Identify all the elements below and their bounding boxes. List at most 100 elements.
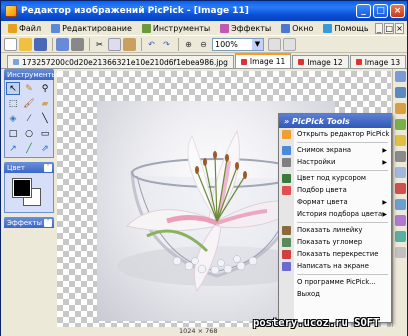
cut-icon[interactable]: ✂ <box>93 38 106 51</box>
rotate-icon[interactable] <box>394 103 406 114</box>
menu-color-picker[interactable]: Подбор цвета <box>279 184 391 196</box>
menu-exit[interactable]: Выход <box>279 288 391 300</box>
chevron-down-icon: ▼ <box>252 38 263 50</box>
doc-close-button[interactable]: × <box>395 22 404 34</box>
tab-label: Image 11 <box>249 57 286 66</box>
paste-icon[interactable] <box>123 37 136 51</box>
document-tabs: 173257200c0d20e21366321e10e210d6f1ebea98… <box>1 53 407 69</box>
save-icon[interactable] <box>34 37 47 51</box>
minimize-button[interactable]: _ <box>356 4 371 18</box>
settings-icon <box>282 158 291 167</box>
color-balance-icon[interactable] <box>394 199 406 210</box>
menu-color-history[interactable]: История подбора цвета ▶ <box>279 208 391 220</box>
marquee-tool-icon[interactable]: ⬚ <box>6 97 20 110</box>
capture-screen-icon[interactable] <box>56 37 69 51</box>
effects-panel-header[interactable]: Эффекты ˅ <box>4 217 54 228</box>
magnifier-tool-icon[interactable]: ⚲ <box>38 82 52 95</box>
collapse-icon[interactable]: ˄ <box>44 163 52 172</box>
submenu-arrow-icon: ▶ <box>382 146 387 154</box>
zoom-in-icon[interactable]: ⊕ <box>182 38 195 51</box>
tab-image-13[interactable]: Image 13 <box>349 55 407 68</box>
line-tool-icon[interactable]: ╲ <box>38 112 52 125</box>
menu-help[interactable]: Помощь <box>318 21 373 35</box>
color-panel-header[interactable]: Цвет ˄ <box>4 162 54 173</box>
brightness-icon[interactable] <box>394 135 406 146</box>
crop-icon[interactable] <box>394 71 406 82</box>
rectangle-tool-icon[interactable]: □ <box>6 127 20 140</box>
menu-show-protractor[interactable]: Показать угломер <box>279 236 391 248</box>
eraser-tool-icon[interactable]: ▰ <box>38 97 52 110</box>
tab-label: 173257200c0d20e21366321e10e210d6f1ebea98… <box>22 57 228 67</box>
menu-show-crosshair[interactable]: Показать перекрестие <box>279 248 391 260</box>
watermark-icon[interactable] <box>394 231 406 242</box>
rounded-rect-tool-icon[interactable]: ▭ <box>38 127 52 140</box>
maximize-button[interactable]: □ <box>373 4 388 18</box>
image-icon <box>355 59 362 65</box>
new-file-icon[interactable] <box>4 37 17 51</box>
menu-show-ruler[interactable]: Показать линейку <box>279 224 391 236</box>
menu-edit[interactable]: Редактирование <box>46 21 137 35</box>
menu-color-under-cursor[interactable]: Цвет под курсором <box>279 172 391 184</box>
submenu-arrow-icon: ▶ <box>382 198 387 206</box>
image-dimensions: 1024 × 768 <box>179 327 218 335</box>
menu-tools[interactable]: Инструменты <box>137 21 215 35</box>
tab-document-1[interactable]: 173257200c0d20e21366321e10e210d6f1ebea98… <box>7 55 234 68</box>
fill-tool-icon[interactable]: ◈ <box>6 112 20 125</box>
fit-icon[interactable] <box>268 37 281 51</box>
tab-label: Image 13 <box>364 57 401 67</box>
brush-tool-icon[interactable]: 🖌 <box>22 97 36 110</box>
title-bar[interactable]: Редактор изображений PicPick - [Image 11… <box>1 1 407 21</box>
capture-icon <box>282 146 291 155</box>
tools-icon <box>141 23 151 33</box>
menu-item-label: Выход <box>297 290 320 298</box>
redo-icon[interactable]: ↷ <box>160 38 173 51</box>
toolbar-separator <box>141 37 142 51</box>
arrow-tool-icon[interactable]: ↗ <box>6 142 20 155</box>
expand-icon[interactable]: ˅ <box>44 218 52 227</box>
eyedropper-tool-icon[interactable]: ⁄ <box>22 112 36 125</box>
print-icon[interactable] <box>71 37 84 51</box>
menu-about[interactable]: О программе PicPick... <box>279 276 391 288</box>
tab-image-12[interactable]: Image 12 <box>292 55 349 68</box>
actual-size-icon[interactable] <box>283 37 296 51</box>
blur-icon[interactable] <box>394 167 406 178</box>
doc-minimize-button[interactable]: _ <box>374 22 384 34</box>
toolbar-separator <box>178 37 179 51</box>
sharpen-icon[interactable] <box>394 183 406 194</box>
close-button[interactable]: × <box>390 4 405 18</box>
frame-icon[interactable] <box>394 215 406 226</box>
menu-settings[interactable]: Настройки ▶ <box>279 156 391 168</box>
foreground-color-swatch[interactable] <box>12 178 32 198</box>
menu-file[interactable]: Файл <box>3 21 46 35</box>
zoom-select[interactable]: 100% ▼ <box>212 37 264 51</box>
menu-write-on-screen[interactable]: Написать на экране <box>279 260 391 272</box>
flip-icon[interactable] <box>394 119 406 130</box>
tab-image-11[interactable]: Image 11 <box>234 53 292 68</box>
picpick-icon <box>282 130 291 139</box>
zoom-out-icon[interactable]: ⊖ <box>197 38 210 51</box>
menu-effects[interactable]: Эффекты <box>215 21 276 35</box>
undo-icon[interactable]: ↶ <box>145 38 158 51</box>
menu-color-format[interactable]: Формат цвета ▶ <box>279 196 391 208</box>
text-tool-icon[interactable]: ╱ <box>22 142 36 155</box>
effects-icon <box>220 23 230 33</box>
resize-icon[interactable] <box>394 87 406 98</box>
tools-panel-header[interactable]: Инструменты ˄ <box>4 69 61 80</box>
contrast-icon[interactable] <box>394 151 406 162</box>
grid-icon[interactable] <box>394 247 406 258</box>
menu-item-label: Показать угломер <box>297 238 363 246</box>
stamp-tool-icon[interactable]: ⇗ <box>38 142 52 155</box>
select-tool-icon[interactable]: ↖ <box>6 82 20 95</box>
menu-open-editor[interactable]: Открыть редактор PicPick <box>279 128 391 140</box>
image-icon <box>298 59 305 65</box>
whiteboard-icon <box>282 262 291 271</box>
copy-icon[interactable] <box>108 37 121 51</box>
zoom-value: 100% <box>215 39 238 49</box>
menu-screen-capture[interactable]: Снимок экрана ▶ <box>279 144 391 156</box>
file-icon <box>8 23 17 33</box>
ellipse-tool-icon[interactable]: ○ <box>22 127 36 140</box>
menu-window[interactable]: Окно <box>276 21 318 35</box>
pencil-tool-icon[interactable]: ✎ <box>22 82 36 95</box>
doc-restore-button[interactable]: □ <box>384 22 395 34</box>
open-folder-icon[interactable] <box>19 37 32 51</box>
